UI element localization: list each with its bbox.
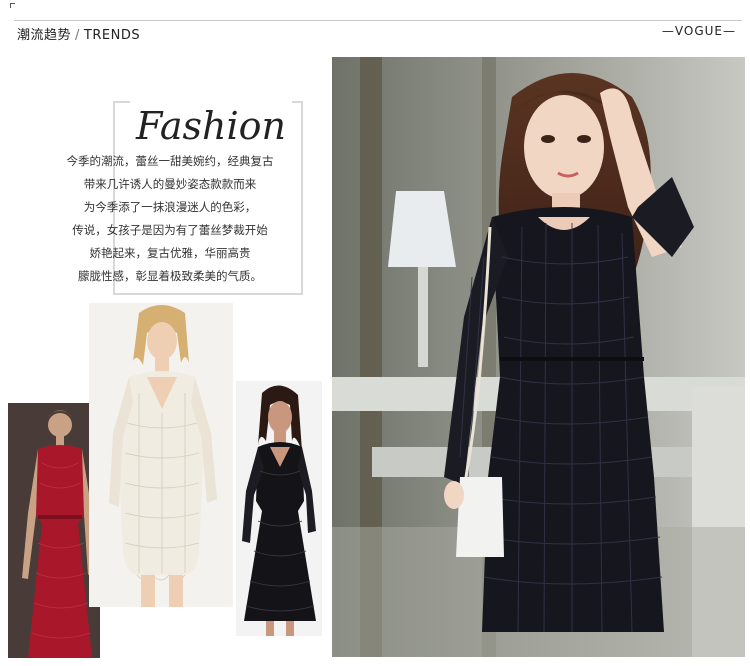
black-lace-dress-photo (236, 381, 322, 636)
description-line: 传说，女孩子是因为有了蕾丝梦裁开始 (72, 223, 268, 237)
model-black-lace-dress-photo (332, 57, 745, 657)
brand-label: —VOGUE— (661, 24, 736, 38)
white-lace-dress-photo (89, 303, 233, 607)
corner-mark (10, 3, 15, 8)
description-line: 今季的潮流，蕾丝一甜美婉约，经典复古 (66, 154, 274, 168)
red-lace-dress-photo (8, 403, 100, 658)
fashion-description: 今季的潮流，蕾丝一甜美婉约，经典复古 带来几许诱人的曼妙姿态款款而来 为今季添了… (40, 150, 300, 288)
heading-separator: / (75, 28, 80, 43)
heading-cn: 潮流趋势 (17, 28, 72, 43)
description-line: 带来几许诱人的曼妙姿态款款而来 (83, 177, 257, 191)
section-heading: 潮流趋势 / TRENDS (17, 24, 140, 43)
heading-en: TRENDS (83, 28, 141, 43)
header-divider (14, 20, 742, 21)
description-line: 娇艳起来，复古优雅，华丽高贵 (89, 246, 251, 260)
description-line: 朦胧性感，彰显着极致柔美的气质。 (78, 269, 262, 283)
description-line: 为今季添了一抹浪漫迷人的色彩， (83, 200, 257, 214)
fashion-title: Fashion (130, 100, 292, 152)
